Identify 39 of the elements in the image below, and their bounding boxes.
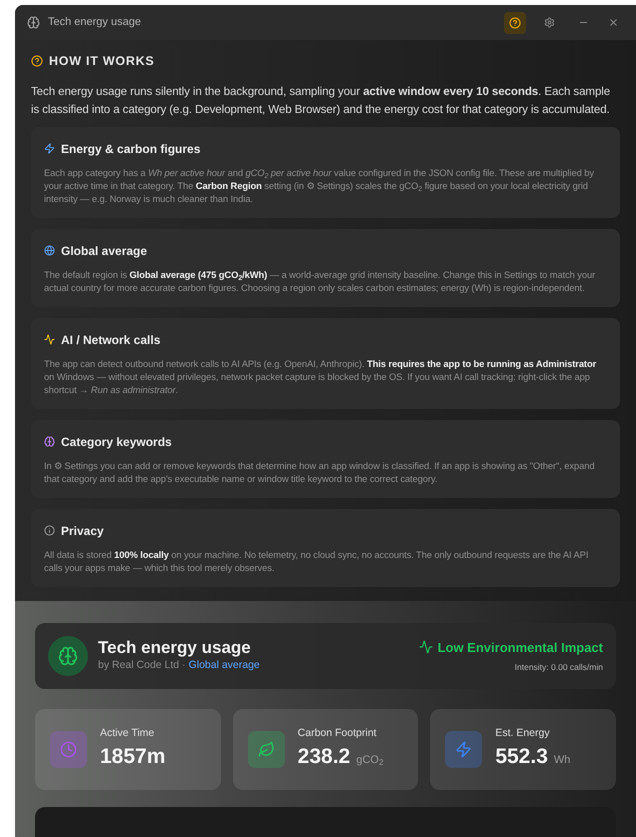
stat-label: Est. Energy — [495, 726, 551, 741]
stat-value: 1857m — [100, 744, 166, 770]
byline: by Real Code Ltd · — [98, 658, 186, 673]
stat-label: Carbon Footprint — [298, 726, 378, 741]
pulse-icon — [418, 640, 433, 654]
section-heading: HOW IT WORKS — [49, 53, 155, 70]
card-title: AI / Network calls — [61, 332, 160, 349]
app-title: Tech energy usage — [98, 638, 252, 658]
intro-paragraph: Tech energy usage runs silently in the background, sampling your active window every 10 seconds. Each sample is classified into a category (e.g. Development, Web Browser) and the energy cost for that category is accumulated. — [31, 84, 612, 118]
info-icon — [44, 525, 55, 536]
brain-icon — [27, 16, 40, 29]
brain-icon — [44, 436, 55, 448]
intensity-text: Intensity: 0.00 calls/min — [514, 661, 603, 674]
bolt-icon — [44, 143, 55, 154]
card-title: Energy & carbon figures — [61, 140, 200, 158]
card-text: The default region is Global average (475 gCO$_{2}$/kWh) — a world-average grid intensity baseline. Change this in Settings to match your actual country for more accurate carbon figures. Choosing a region only scales carbon estimates; energy (Wh) is region-independent. — [44, 268, 596, 294]
stat-label: Active Time — [100, 726, 156, 741]
help-icon — [31, 55, 43, 68]
card-title: Global average — [61, 242, 148, 260]
window-title: Tech energy usage — [48, 15, 142, 30]
app-logo-icon — [48, 636, 88, 676]
impact-status: Low Environmental Impact — [438, 638, 603, 657]
stat-value: 552.3 — [495, 744, 548, 770]
card-title: Privacy — [61, 522, 104, 540]
help-button[interactable] — [504, 12, 526, 34]
card-text: Each app category has a Wh per active hour and gCO$_{2}$ per active hour value configured in the JSON config file. These are multiplied by your active time in that category. The Carbon Region setting (in ⚙ Settings) scales the gCO$_{2}$ figure based on your local electricity grid intensity — e.g. Norway is much cleaner than India. — [44, 166, 595, 205]
card-text: All data is stored 100% locally on your machine. No telemetry, no cloud sync, no accounts. The only outbound requests are the AI API calls your apps make — which this tool merely observes. — [44, 548, 590, 574]
card-text: In ⚙ Settings you can add or remove keywords that determine how an app window is classified. If an app is showing as "Other", expand that category and add the app's executable name or window title keyword to the correct category. — [44, 458, 596, 485]
card-text: The app can detect outbound network calls to AI APIs (e.g. OpenAI, Anthropic). This requires the app to be running as Administrator on Windows — without elevated privileges, network packet capture is blocked by the OS. If you want AI call tracking: right-click the app shortcut → Run as administrator. — [44, 356, 598, 396]
help-icon — [509, 16, 521, 28]
settings-icon — [544, 17, 554, 28]
stat-value: 238.2 — [298, 744, 350, 770]
card-title: Category keywords — [61, 434, 172, 451]
close-icon — [608, 17, 618, 28]
pulse-icon — [44, 334, 55, 346]
stat-unit: Wh — [554, 753, 570, 768]
region-link[interactable]: Global average — [188, 658, 260, 674]
globe-icon — [44, 245, 55, 256]
stat-unit: gCO$_{2}$ — [356, 753, 384, 769]
